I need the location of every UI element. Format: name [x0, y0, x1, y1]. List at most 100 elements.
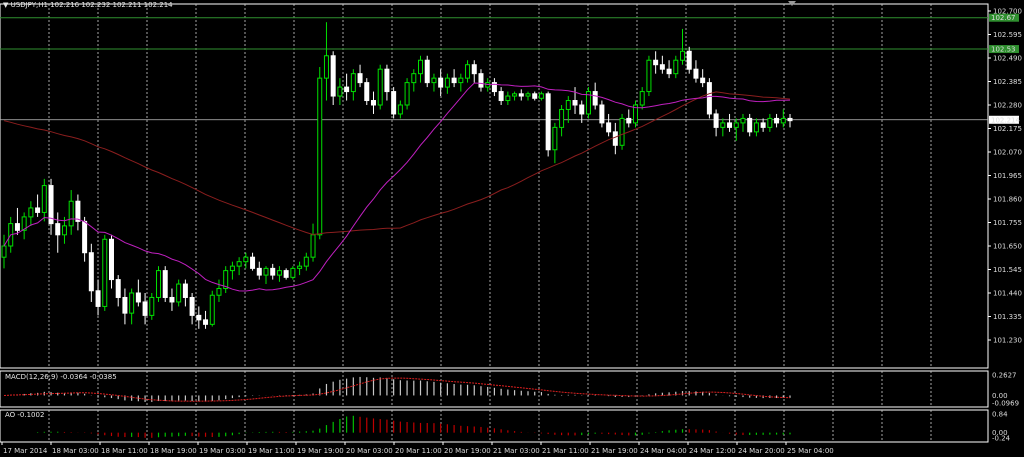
candle-body	[693, 68, 699, 79]
candle-body	[606, 122, 612, 133]
candle-body	[82, 220, 88, 254]
candle-body	[458, 77, 464, 84]
candle-body	[317, 77, 323, 236]
candle-body	[384, 68, 390, 93]
candle-body	[297, 265, 303, 269]
time-label: 21 Mar 19:00	[591, 447, 638, 455]
ao-frame	[0, 409, 989, 443]
candle-body	[129, 292, 135, 314]
price-tick-label: 102.175	[993, 125, 1022, 133]
candle-body	[438, 77, 444, 88]
time-label: 19 Mar 03:00	[199, 447, 246, 455]
price-tick-label: 101.860	[993, 196, 1022, 204]
candle-body	[350, 73, 356, 93]
candle-body	[686, 50, 692, 70]
candle-body	[639, 91, 645, 106]
time-label: 21 Mar 03:00	[493, 447, 540, 455]
candle-body	[404, 82, 410, 106]
candle-body	[95, 290, 101, 307]
candle-body	[142, 301, 148, 316]
ma-slow-line	[3, 91, 791, 236]
price-tick-label: 101.335	[993, 313, 1022, 321]
candle-body	[418, 59, 424, 75]
macd-tick-label: -0.0969	[992, 400, 1019, 408]
price-tick-label: 101.650	[993, 243, 1022, 251]
price-tick-label: 102.595	[993, 31, 1022, 39]
price-tick-label: 102.070	[993, 149, 1022, 157]
time-label: 24 Mar 20:00	[738, 447, 785, 455]
level-line-bottom-label: 102.53	[991, 46, 1016, 54]
candle-body	[599, 104, 605, 124]
candle-body	[108, 238, 114, 281]
time-label: 20 Mar 11:00	[395, 447, 442, 455]
candle-body	[310, 234, 316, 258]
candle-body	[283, 270, 289, 278]
price-chart[interactable]: 102.700102.595102.490102.385102.280102.1…	[0, 0, 1024, 457]
candle-body	[525, 93, 531, 97]
candle-body	[478, 73, 484, 88]
candle-body	[767, 117, 773, 128]
mt4-chart-window[interactable]: 102.700 102.595 102.490 102.385 102.280 102.1…	[0, 0, 1024, 457]
candle-body	[276, 270, 282, 276]
candle-body	[162, 270, 168, 298]
candle-body	[216, 288, 222, 296]
candle-body	[471, 64, 477, 75]
candle-body	[532, 93, 538, 99]
candle-body	[364, 82, 370, 102]
candle-body	[653, 59, 659, 66]
candle-body	[250, 256, 256, 269]
candle-body	[465, 64, 471, 79]
candle-body	[787, 117, 793, 122]
candle-body	[41, 185, 47, 213]
candle-body	[370, 100, 376, 106]
candle-body	[680, 50, 686, 61]
triangle-down-icon[interactable]: ▼	[3, 1, 8, 9]
chart-title-bar: ▼ USDJPY,H1 102.216 102.232 102.211 102.…	[3, 1, 173, 9]
price-tick-label: 102.280	[993, 102, 1022, 110]
candle-body	[505, 95, 511, 102]
candle-body	[451, 77, 457, 84]
candle-body	[229, 265, 235, 272]
candle-body	[431, 77, 437, 84]
candle-body	[512, 93, 518, 97]
candle-body	[391, 91, 397, 115]
time-label: 20 Mar 03:00	[346, 447, 393, 455]
candle-body	[518, 93, 524, 97]
time-label: 17 Mar 2014	[3, 447, 48, 455]
time-label: 18 Mar 03:00	[52, 447, 99, 455]
candle-body	[236, 261, 242, 267]
time-label: 19 Mar 19:00	[297, 447, 344, 455]
candle-body	[243, 256, 249, 263]
candle-body	[740, 117, 746, 124]
candle-body	[156, 270, 162, 298]
candle-body	[1, 245, 7, 258]
ao-title: AO -0.1002	[5, 411, 45, 419]
candle-body	[774, 117, 780, 124]
candle-body	[673, 59, 679, 75]
time-label: 18 Mar 19:00	[150, 447, 197, 455]
candle-body	[270, 267, 276, 276]
candle-body	[713, 113, 719, 128]
price-tick-label: 101.440	[993, 290, 1022, 298]
candle-body	[619, 117, 625, 146]
price-tick-label: 101.965	[993, 172, 1022, 180]
candle-body	[203, 319, 209, 325]
candle-body	[572, 100, 578, 106]
candle-body	[28, 207, 34, 218]
candle-body	[545, 93, 551, 151]
macd-histogram	[10, 376, 791, 402]
candle-body	[411, 73, 417, 84]
time-label: 18 Mar 11:00	[101, 447, 148, 455]
candle-body	[169, 296, 175, 303]
candles	[1, 22, 793, 329]
time-axis: 17 Mar 2014 18 Mar 03:00 18 Mar 11:00 18 Ma…	[1, 442, 834, 455]
price-axis: 102.700102.595102.490102.385102.280102.1…	[988, 8, 1022, 345]
candle-body	[659, 64, 665, 70]
candle-body	[149, 296, 155, 316]
candle-body	[14, 223, 20, 231]
candle-body	[753, 122, 759, 133]
candle-body	[88, 252, 94, 292]
price-tick-label: 102.490	[993, 55, 1022, 63]
candle-body	[444, 77, 450, 88]
time-label: 25 Mar 04:00	[787, 447, 834, 455]
